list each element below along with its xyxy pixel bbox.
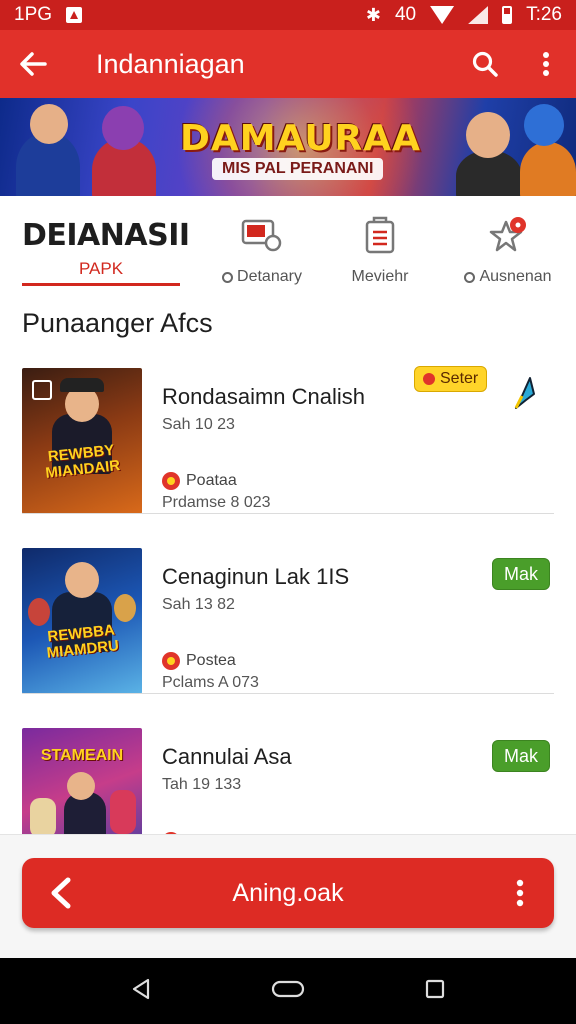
poster-side-character (114, 594, 136, 622)
list-item[interactable]: REWBBA MIAMDRU Cenaginun Lak 1IS Sah 13 … (22, 544, 554, 694)
item-meta: Tah 19 133 (162, 776, 242, 793)
poster-text: REWBBA MIAMDRU (45, 621, 120, 662)
list-item[interactable]: REWBBY MIANDAIR Rondasaimn Cnalish Sah 1… (22, 364, 554, 514)
banner-subline: MIS PAL PERANANI (212, 158, 384, 180)
wifi-icon (430, 6, 455, 24)
clipboard-icon (365, 216, 395, 254)
make-button[interactable]: Mak (492, 740, 550, 772)
tab-category-3[interactable]: Ausnenan (448, 216, 568, 286)
item-meta: Sah 13 82 (162, 596, 235, 613)
item-meta: Sah 10 23 (162, 416, 235, 433)
back-arrow-icon (20, 52, 47, 76)
category-label: Meviehr (351, 268, 409, 285)
poster-face (65, 562, 99, 598)
banner-character-head-boy (466, 112, 510, 158)
chevron-left-icon (51, 877, 71, 909)
item-tag: Postea (162, 652, 236, 670)
list-item[interactable]: STAMEAIN Cannulai Asa Tah 19 133 Mak (22, 724, 554, 834)
status-badge-label: Seter (440, 370, 479, 387)
category-label: Detanary (237, 268, 302, 285)
battery-icon (502, 6, 513, 24)
bottom-back-button[interactable] (36, 858, 86, 928)
nav-recents-button[interactable] (424, 978, 446, 1005)
poster-side-character (28, 598, 50, 626)
more-vert-icon (516, 879, 524, 907)
row-divider (22, 513, 554, 514)
item-tag: Poataa (162, 472, 237, 490)
badge-dot-icon (423, 373, 435, 385)
radio-icon (222, 271, 234, 283)
more-options-button[interactable] (516, 30, 576, 98)
category-label: Ausnenan (479, 268, 552, 285)
item-tag-label: Poataa (186, 472, 237, 489)
system-nav-bar (0, 958, 576, 1024)
pin-button[interactable] (510, 374, 540, 419)
promo-banner[interactable]: DAMAURAA MIS PAL PERANANI (0, 98, 576, 196)
primary-action-label: Aning.oak (232, 878, 344, 907)
category-tabs: DEIANASII PAPK Detanary Meviehr Ausnenan (0, 196, 576, 292)
row-divider (22, 693, 554, 694)
nav-back-icon (132, 978, 149, 999)
status-left-text: 1PG (14, 4, 53, 25)
status-bar: 1PG ✱ 40 T:26 (0, 0, 576, 30)
search-button[interactable] (454, 30, 516, 98)
banner-headline: DAMAURAA (180, 118, 421, 159)
bluetooth-icon: ✱ (365, 4, 381, 25)
section-title: Punaanger Afcs (22, 308, 213, 338)
poster-logo-icon (32, 380, 52, 400)
item-title: Cannulai Asa (162, 744, 292, 769)
poster-thumbnail: REWBBY MIANDAIR (22, 368, 142, 514)
primary-action-button[interactable]: Aning.oak (22, 858, 554, 928)
poster-side-character (110, 790, 136, 834)
banner-character-head-right (524, 104, 564, 146)
active-tab-underline (22, 283, 180, 286)
nav-home-icon (271, 980, 305, 997)
poster-text: STAMEAIN (40, 747, 124, 764)
status-time: T:26 (526, 4, 562, 25)
tab-category-1[interactable]: Detanary (202, 216, 322, 286)
nav-recents-icon (426, 979, 445, 998)
tab-category-2[interactable]: Meviehr (320, 216, 440, 286)
item-subtitle: Prdamse 8 023 (162, 494, 271, 511)
status-badge[interactable]: Seter (414, 366, 488, 392)
poster-side-character (30, 798, 56, 834)
brand-title: DEIANASII (22, 218, 190, 253)
app-bar: Indanniagan (0, 30, 576, 98)
search-icon (472, 51, 498, 77)
nav-back-button[interactable] (130, 977, 152, 1006)
tab-brand[interactable]: DEIANASII PAPK (22, 218, 190, 286)
app-title: Indanniagan (96, 48, 245, 79)
brand-subtitle: PAPK (78, 259, 124, 278)
tv-search-icon (241, 219, 282, 252)
pin-icon (514, 377, 535, 409)
notification-icon (66, 7, 83, 23)
radio-icon (464, 271, 476, 283)
network-type: 40 (394, 4, 417, 25)
item-title: Rondasaimn Cnalish (162, 384, 365, 409)
tag-icon (162, 652, 180, 670)
more-vert-icon (543, 52, 549, 76)
item-title: Cenaginun Lak 1IS (162, 564, 350, 589)
poster-thumbnail: REWBBA MIAMDRU (22, 548, 142, 694)
banner-character-head-left (30, 104, 68, 144)
poster-text: REWBBY MIANDAIR (44, 441, 121, 482)
poster-thumbnail: STAMEAIN (22, 728, 142, 834)
make-button[interactable]: Mak (492, 558, 550, 590)
banner-character-head-girl (102, 106, 144, 150)
back-button[interactable] (0, 30, 66, 98)
banner-character-right (520, 142, 576, 196)
bottom-more-button[interactable] (498, 858, 542, 928)
item-tag-label: Postea (186, 652, 236, 669)
star-badge-icon (489, 217, 526, 252)
nav-home-button[interactable] (271, 979, 305, 1004)
poster-hat (60, 378, 104, 392)
tag-icon (162, 472, 180, 490)
poster-face (67, 772, 95, 800)
signal-icon (468, 6, 489, 24)
item-subtitle: Pclams A 073 (162, 674, 259, 691)
bottom-bar: Aning.oak (0, 834, 576, 958)
item-list: REWBBY MIANDAIR Rondasaimn Cnalish Sah 1… (0, 360, 576, 834)
